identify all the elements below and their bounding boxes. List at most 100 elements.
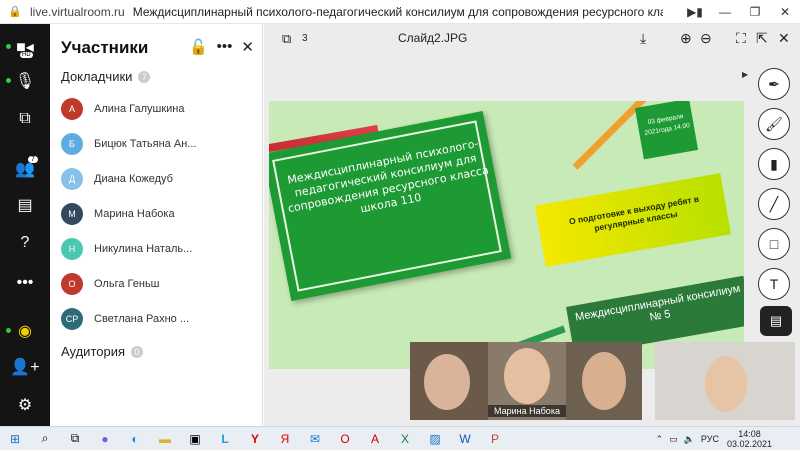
more-options-icon[interactable]: ••• <box>217 38 233 56</box>
participants-button[interactable]: 👥 7 <box>0 154 50 184</box>
excel-icon[interactable]: X <box>390 427 420 451</box>
mail-icon[interactable]: ✉ <box>300 427 330 451</box>
invite-button[interactable]: 👤+ <box>0 352 50 382</box>
presentation-stage: ⧉ 3 Слайд2.JPG ⤓ ⊕ ⊖ ⛶ ⇱ ✕ ▶ Междисципли… <box>264 24 800 426</box>
yandex-browser-icon[interactable]: Y <box>240 427 270 451</box>
video-tile[interactable] <box>410 342 488 420</box>
participant-name: Диана Кожедуб <box>94 173 173 185</box>
panel-toggle-arrow-icon[interactable]: ▶ <box>742 70 748 79</box>
powerpoint-icon[interactable]: P <box>480 427 510 451</box>
self-video-tile[interactable] <box>655 342 795 420</box>
participant-name: Марина Набока <box>94 208 175 220</box>
speaker-name-label: Марина Набока <box>488 405 566 417</box>
settings-button[interactable]: ⚙ <box>0 390 50 420</box>
more-icon: ••• <box>16 274 34 291</box>
slide-count: 3 <box>302 33 308 44</box>
brush-tool[interactable]: 🖌 <box>758 108 790 140</box>
opera-icon[interactable]: O <box>330 427 360 451</box>
yandex-icon[interactable]: Я <box>270 427 300 451</box>
participant-row[interactable]: СР Светлана Рахно ... <box>61 307 256 331</box>
participant-video <box>424 354 470 410</box>
acrobat-icon[interactable]: A <box>360 427 390 451</box>
video-tile[interactable] <box>566 342 642 420</box>
chat-float-button[interactable]: ▤ <box>760 306 792 336</box>
volume-icon[interactable]: 🔈 <box>684 434 695 445</box>
task-view-icon[interactable]: ⧉ <box>60 427 90 451</box>
left-rail: ■◂ HD 🎙 ⧉ 👥 7 ▤ ? ••• ◉ 👤+ ⚙ <box>0 24 50 426</box>
more-button[interactable]: ••• <box>0 268 50 298</box>
lock-icon[interactable]: 🔓 <box>189 38 208 56</box>
search-icon[interactable]: ⌕ <box>30 427 60 451</box>
video-tile-active[interactable]: Марина Набока <box>488 342 566 420</box>
slides-icon[interactable]: ⧉ <box>282 31 291 47</box>
speakers-section[interactable]: Докладчики 7 <box>61 69 151 84</box>
participant-row[interactable]: М Марина Набока <box>61 202 256 226</box>
app-l-icon[interactable]: L <box>210 427 240 451</box>
clock[interactable]: 14:08 03.02.2021 <box>727 429 772 449</box>
participant-name: Никулина Наталь... <box>94 243 193 255</box>
chat-button[interactable]: ▤ <box>0 190 50 220</box>
store-icon[interactable]: ▣ <box>180 427 210 451</box>
close-presentation-icon[interactable]: ✕ <box>778 30 790 47</box>
participant-row[interactable]: Н Никулина Наталь... <box>61 237 256 261</box>
photos-icon[interactable]: ▨ <box>420 427 450 451</box>
avatar: СР <box>61 308 83 330</box>
record-button[interactable]: ◉ <box>0 316 50 346</box>
cortana-icon[interactable]: ● <box>90 427 120 451</box>
participant-name: Ольга Геньш <box>94 278 160 290</box>
participant-row[interactable]: Б Бицюк Татьяна Ан... <box>61 132 256 156</box>
window-controls: ▶▮ — ❐ ✕ <box>680 0 800 24</box>
participant-row[interactable]: А Алина Галушкина <box>61 97 256 121</box>
file-name: Слайд2.JPG <box>398 31 468 45</box>
audience-count: 0 <box>131 345 144 358</box>
browser-title-bar: 🔒 live.virtualroom.ru Междисциплинарный … <box>0 0 800 24</box>
avatar: М <box>61 203 83 225</box>
zoom-in-icon[interactable]: ⊕ <box>680 30 692 47</box>
panel-actions: 🔓 ••• ✕ <box>189 38 254 56</box>
marker-tool[interactable]: ▮ <box>758 148 790 180</box>
audience-section[interactable]: Аудитория 0 <box>61 344 144 359</box>
invite-icon: 👤+ <box>10 359 40 376</box>
chat-icon: ▤ <box>17 197 33 214</box>
help-button[interactable]: ? <box>0 228 50 258</box>
close-icon[interactable]: ✕ <box>241 38 254 56</box>
share-screen-button[interactable]: ⧉ <box>0 104 50 134</box>
participants-badge: 7 <box>28 156 38 163</box>
network-icon[interactable]: ▭ <box>669 434 678 445</box>
maximize-button[interactable]: ❐ <box>740 5 770 19</box>
camera-button[interactable]: ■◂ HD <box>0 32 50 62</box>
line-tool[interactable]: ╱ <box>758 188 790 220</box>
minimize-button[interactable]: — <box>710 5 740 19</box>
participant-video <box>582 352 626 410</box>
marker-icon: ▮ <box>770 155 778 172</box>
chat-bubble-icon: ▤ <box>769 313 783 328</box>
avatar: О <box>61 273 83 295</box>
language-indicator[interactable]: РУС <box>701 434 719 444</box>
download-icon[interactable]: ⤓ <box>640 30 646 47</box>
fullscreen-icon[interactable]: ⛶ <box>736 30 746 47</box>
fit-icon[interactable]: ⇱ <box>756 30 768 47</box>
camera-on-indicator <box>6 44 11 49</box>
url-text[interactable]: live.virtualroom.ru <box>30 5 125 19</box>
system-tray: ⌃ ▭ 🔈 РУС 14:08 03.02.2021 <box>656 427 800 451</box>
rectangle-tool[interactable]: □ <box>758 228 790 260</box>
camera-indicator-icon[interactable]: ▶▮ <box>680 5 710 19</box>
audience-label: Аудитория <box>61 344 126 359</box>
clock-date: 03.02.2021 <box>726 439 772 449</box>
word-icon[interactable]: W <box>450 427 480 451</box>
participants-panel: Участники 🔓 ••• ✕ Докладчики 7 А Алина Г… <box>50 24 263 426</box>
brush-icon: 🖌 <box>765 115 783 132</box>
text-tool[interactable]: T <box>758 268 790 300</box>
file-explorer-icon[interactable]: ▬ <box>150 427 180 451</box>
pen-tool[interactable]: ✒ <box>758 68 790 100</box>
windows-start-icon[interactable]: ⊞ <box>0 427 30 451</box>
close-window-button[interactable]: ✕ <box>770 5 800 19</box>
edge-icon[interactable]: ◐ <box>120 427 150 451</box>
participant-row[interactable]: О Ольга Геньш <box>61 272 256 296</box>
tray-chevron-icon[interactable]: ⌃ <box>656 434 664 445</box>
zoom-out-icon[interactable]: ⊖ <box>700 30 712 47</box>
participant-name: Алина Галушкина <box>94 103 185 115</box>
mic-button[interactable]: 🎙 <box>0 66 50 96</box>
participant-row[interactable]: Д Диана Кожедуб <box>61 167 256 191</box>
panel-title: Участники <box>61 38 149 57</box>
